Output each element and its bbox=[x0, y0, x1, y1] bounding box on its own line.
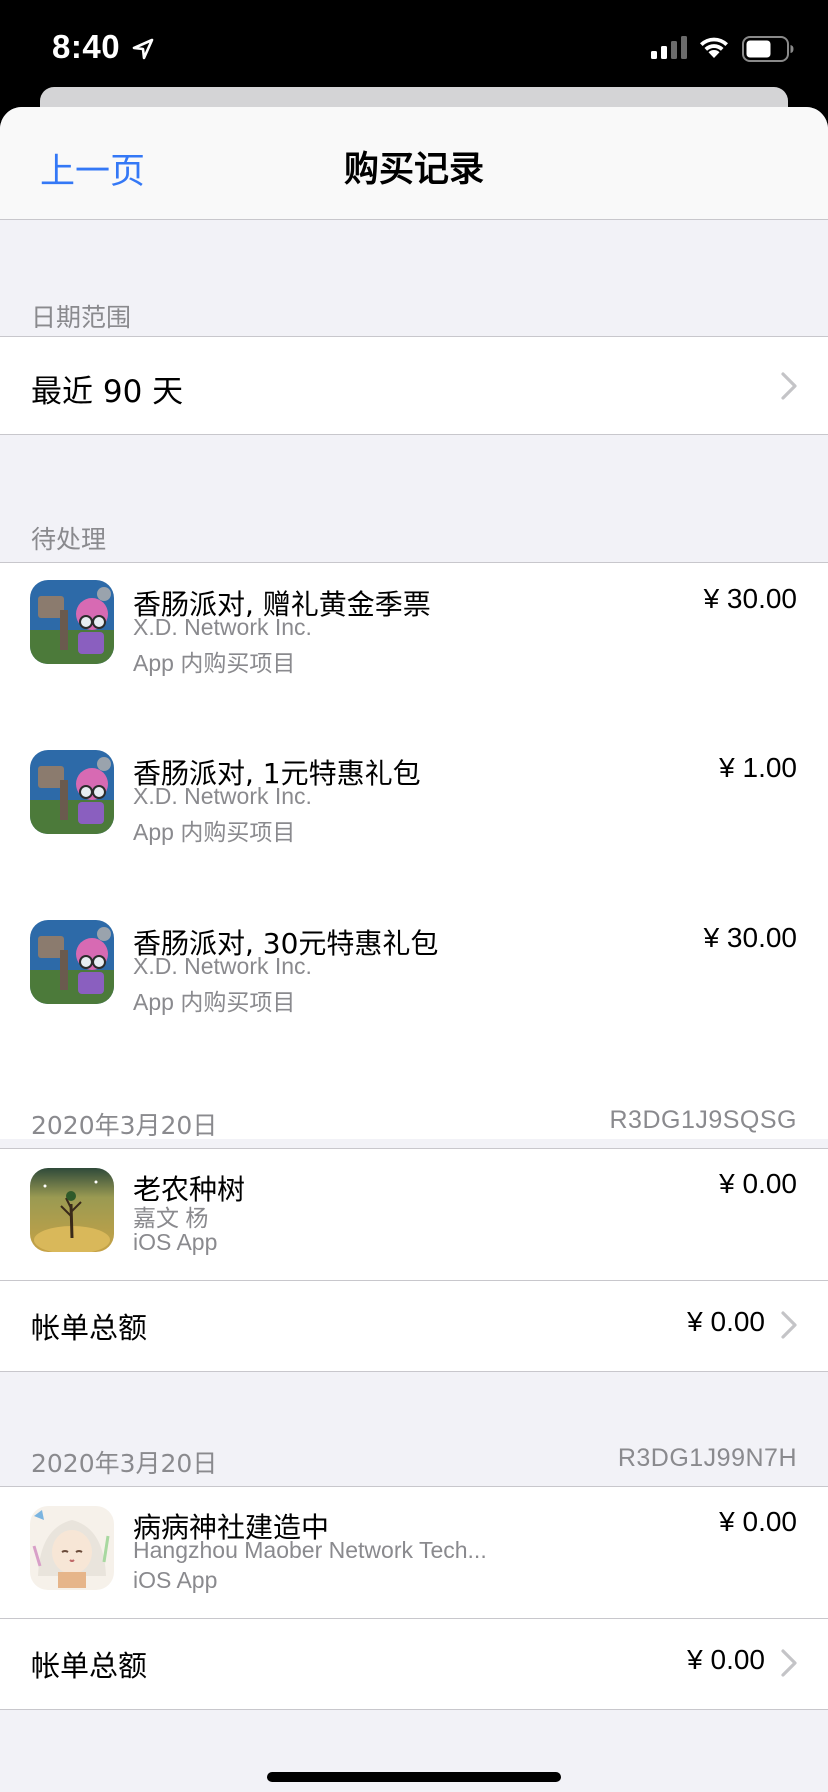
receipt-group: 病病神社建造中 Hangzhou Maober Network Tech... … bbox=[0, 1486, 828, 1710]
bill-total-value: ¥ 0.00 bbox=[687, 1306, 765, 1337]
pending-list: 香肠派对, 赠礼黄金季票 X.D. Network Inc. App 内购买项目… bbox=[0, 562, 828, 1139]
date-range-row[interactable]: 最近 90 天 bbox=[0, 336, 828, 435]
item-developer: X.D. Network Inc. bbox=[133, 614, 312, 640]
status-time: 8:40 bbox=[52, 28, 121, 65]
divider bbox=[0, 1618, 828, 1619]
home-indicator[interactable] bbox=[267, 1772, 561, 1782]
item-developer: Hangzhou Maober Network Tech... bbox=[133, 1537, 487, 1563]
bill-total-label: 帐单总额 bbox=[31, 1649, 148, 1683]
receipt-date: 2020年3月20日 bbox=[31, 1449, 218, 1478]
battery-icon bbox=[742, 36, 794, 62]
item-type: App 内购买项目 bbox=[133, 819, 296, 845]
sausage-party-app-icon bbox=[30, 580, 114, 664]
bill-total-label: 帐单总额 bbox=[31, 1311, 148, 1345]
receipt-group: 老农种树 嘉文 杨 iOS App ¥ 0.00 帐单总额 ¥ 0.00 bbox=[0, 1148, 828, 1372]
bill-total-value: ¥ 0.00 bbox=[687, 1644, 765, 1675]
divider bbox=[0, 1280, 828, 1281]
item-type: iOS App bbox=[133, 1567, 218, 1593]
item-type: App 内购买项目 bbox=[133, 650, 296, 676]
item-price: ¥ 30.00 bbox=[703, 922, 797, 953]
receipt-order-id: R3DG1J99N7H bbox=[617, 1444, 797, 1472]
item-developer: X.D. Network Inc. bbox=[133, 783, 312, 809]
sausage-party-app-icon bbox=[30, 920, 114, 1004]
receipt-date: 2020年3月20日 bbox=[31, 1111, 218, 1140]
chevron-right-icon bbox=[781, 1649, 797, 1677]
item-price: ¥ 1.00 bbox=[719, 752, 797, 783]
item-developer: 嘉文 杨 bbox=[133, 1205, 209, 1231]
status-bar: 8:40 bbox=[0, 0, 828, 100]
wifi-icon bbox=[700, 37, 728, 58]
location-arrow-icon bbox=[132, 38, 154, 60]
chevron-right-icon bbox=[781, 372, 797, 400]
item-price: ¥ 0.00 bbox=[719, 1168, 797, 1199]
farmer-tree-app-icon bbox=[30, 1168, 114, 1252]
cellular-signal-icon bbox=[651, 36, 687, 59]
page-title: 购买记录 bbox=[343, 150, 484, 190]
navigation-bar: 上一页 购买记录 bbox=[0, 107, 828, 220]
item-developer: X.D. Network Inc. bbox=[133, 953, 312, 979]
date-range-value: 最近 90 天 bbox=[31, 374, 184, 410]
pending-header: 待处理 bbox=[31, 525, 107, 554]
item-type: App 内购买项目 bbox=[133, 989, 296, 1015]
chevron-right-icon bbox=[781, 1311, 797, 1339]
purchase-history-sheet: 上一页 购买记录 日期范围 最近 90 天 待处理 香肠派对, 赠礼黄金季票 X… bbox=[0, 107, 828, 1792]
shrine-girl-app-icon bbox=[30, 1506, 114, 1590]
sausage-party-app-icon bbox=[30, 750, 114, 834]
date-range-header: 日期范围 bbox=[31, 303, 132, 332]
receipt-order-id: R3DG1J9SQSG bbox=[609, 1106, 797, 1134]
item-price: ¥ 0.00 bbox=[719, 1506, 797, 1537]
item-price: ¥ 30.00 bbox=[703, 583, 797, 614]
item-type: iOS App bbox=[133, 1229, 218, 1255]
